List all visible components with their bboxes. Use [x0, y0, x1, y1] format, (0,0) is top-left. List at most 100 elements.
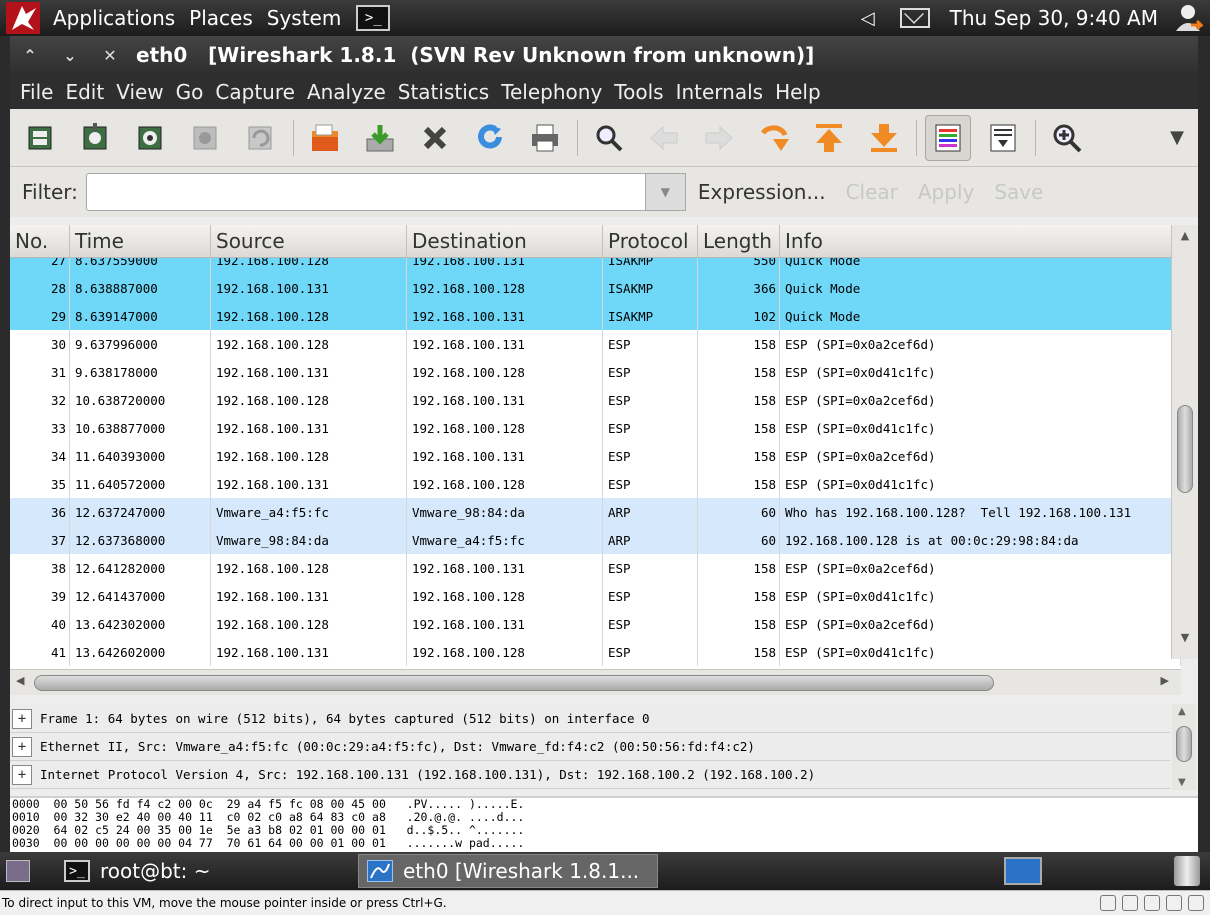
- taskbar-wireshark[interactable]: eth0 [Wireshark 1.8.1...: [358, 854, 658, 888]
- terminal-launcher-icon[interactable]: >_: [356, 5, 391, 31]
- first-packet-button[interactable]: [806, 115, 852, 161]
- detail-row-frame[interactable]: + Frame 1: 64 bytes on wire (512 bits), …: [10, 705, 1170, 733]
- packet-row[interactable]: 28 8.638887000 192.168.100.131 192.168.100.…: [10, 274, 1181, 302]
- column-protocol[interactable]: Protocol: [603, 225, 698, 257]
- menu-applications[interactable]: Applications: [46, 6, 182, 30]
- expression-button[interactable]: Expression...: [698, 180, 826, 204]
- interfaces-button[interactable]: [18, 115, 64, 161]
- column-time[interactable]: Time: [70, 225, 211, 257]
- packet-row[interactable]: 30 9.637996000 192.168.100.128 192.168.100.…: [10, 330, 1181, 358]
- detail-row-ipv4[interactable]: + Internet Protocol Version 4, Src: 192.…: [10, 761, 1170, 789]
- menu-help[interactable]: Help: [769, 80, 827, 104]
- window-minimize-icon[interactable]: ⌄: [50, 46, 90, 65]
- toolbar-overflow-icon[interactable]: ▼: [1170, 127, 1184, 148]
- vm-usb-icon[interactable]: [1166, 895, 1182, 911]
- last-packet-button[interactable]: [861, 115, 907, 161]
- volume-icon[interactable]: ◁: [854, 8, 882, 29]
- start-capture-button[interactable]: [128, 115, 174, 161]
- filter-dropdown-icon[interactable]: ▼: [645, 173, 686, 211]
- packet-row[interactable]: 34 11.640393000 192.168.100.128 192.168.100…: [10, 442, 1181, 470]
- column-length[interactable]: Length: [698, 225, 780, 257]
- menu-telephony[interactable]: Telephony: [495, 80, 608, 104]
- clock[interactable]: Thu Sep 30, 9:40 AM: [942, 6, 1166, 30]
- user-icon[interactable]: [1166, 0, 1210, 36]
- zoom-in-button[interactable]: [1044, 115, 1090, 161]
- packet-row[interactable]: 29 8.639147000 192.168.100.128 192.168.100.…: [10, 302, 1181, 330]
- hscroll-thumb[interactable]: [34, 675, 994, 691]
- vm-hdd-icon[interactable]: [1100, 895, 1116, 911]
- menu-places[interactable]: Places: [182, 6, 260, 30]
- menu-tools[interactable]: Tools: [608, 80, 669, 104]
- clear-button[interactable]: Clear: [846, 180, 898, 204]
- show-desktop-icon[interactable]: [6, 860, 30, 882]
- menu-system[interactable]: System: [260, 6, 349, 30]
- menu-capture[interactable]: Capture: [209, 80, 301, 104]
- menu-file[interactable]: File: [14, 80, 59, 104]
- stop-capture-button[interactable]: [183, 115, 229, 161]
- packet-row[interactable]: 31 9.638178000 192.168.100.131 192.168.100.…: [10, 358, 1181, 386]
- scroll-right-icon[interactable]: ▶: [1161, 674, 1169, 687]
- capture-options-button[interactable]: [73, 115, 119, 161]
- restart-capture-button[interactable]: [238, 115, 284, 161]
- colorize-button[interactable]: [925, 114, 971, 161]
- mail-icon[interactable]: [899, 8, 930, 28]
- scroll-up-icon[interactable]: ▲: [1172, 229, 1198, 253]
- menu-analyze[interactable]: Analyze: [301, 80, 392, 104]
- vm-display-icon[interactable]: [1188, 895, 1204, 911]
- packet-row[interactable]: 35 11.640572000 192.168.100.131 192.168.100…: [10, 470, 1181, 498]
- apply-button[interactable]: Apply: [918, 180, 974, 204]
- go-back-button[interactable]: [641, 115, 687, 161]
- expand-icon[interactable]: +: [12, 708, 32, 729]
- window-titlebar[interactable]: ⌃ ⌄ ✕ eth0 [Wireshark 1.8.1 (SVN Rev Unk…: [10, 36, 1198, 74]
- packet-list-hscrollbar[interactable]: ◀ ▶: [10, 669, 1181, 695]
- menu-go[interactable]: Go: [170, 80, 210, 104]
- taskbar-terminal[interactable]: >_ root@bt: ~: [56, 854, 219, 888]
- scroll-down-icon[interactable]: ▼: [1172, 631, 1198, 655]
- go-forward-button[interactable]: [696, 115, 742, 161]
- scroll-up-icon[interactable]: ▲: [1178, 706, 1186, 717]
- open-file-button[interactable]: [302, 115, 348, 161]
- save-file-button[interactable]: [357, 115, 403, 161]
- find-packet-button[interactable]: [586, 115, 632, 161]
- menu-statistics[interactable]: Statistics: [392, 80, 495, 104]
- hex-line[interactable]: 0030 00 00 00 00 00 00 04 77 70 61 64 00…: [10, 837, 1198, 850]
- wireshark-tray-icon[interactable]: [1004, 857, 1042, 885]
- scroll-down-icon[interactable]: ▼: [1178, 777, 1186, 788]
- print-button[interactable]: [522, 115, 568, 161]
- packet-row[interactable]: 39 12.641437000 192.168.100.131 192.168.100…: [10, 582, 1181, 610]
- menu-internals[interactable]: Internals: [670, 80, 770, 104]
- packet-row[interactable]: 37 12.637368000 Vmware_98:84:da Vmware_a4:f…: [10, 526, 1181, 554]
- window-maximize-icon[interactable]: ⌃: [10, 46, 50, 65]
- packet-row[interactable]: 38 12.641282000 192.168.100.128 192.168.100…: [10, 554, 1181, 582]
- packet-list-vscrollbar[interactable]: ▲ ▼: [1171, 225, 1198, 659]
- detail-row-ethernet[interactable]: + Ethernet II, Src: Vmware_a4:f5:fc (00:…: [10, 733, 1170, 761]
- column-destination[interactable]: Destination: [407, 225, 603, 257]
- reload-button[interactable]: [467, 115, 513, 161]
- menu-edit[interactable]: Edit: [59, 80, 110, 104]
- details-vscrollbar[interactable]: ▲ ▼: [1172, 704, 1196, 790]
- scroll-left-icon[interactable]: ◀: [16, 674, 24, 687]
- close-file-button[interactable]: [412, 115, 458, 161]
- vm-cd-icon[interactable]: [1122, 895, 1138, 911]
- packet-row[interactable]: 36 12.637247000 Vmware_a4:f5:fc Vmware_98:8…: [10, 498, 1181, 526]
- packet-row[interactable]: 32 10.638720000 192.168.100.128 192.168.100…: [10, 386, 1181, 414]
- column-source[interactable]: Source: [211, 225, 407, 257]
- expand-icon[interactable]: +: [12, 736, 32, 757]
- packet-row[interactable]: 33 10.638877000 192.168.100.131 192.168.100…: [10, 414, 1181, 442]
- trash-icon[interactable]: [1174, 856, 1200, 886]
- packet-row[interactable]: 41 13.642602000 192.168.100.131 192.168.100…: [10, 638, 1181, 666]
- scroll-thumb[interactable]: [1176, 726, 1192, 762]
- scroll-thumb[interactable]: [1177, 405, 1193, 493]
- column-info[interactable]: Info: [780, 225, 1181, 257]
- auto-scroll-button[interactable]: [980, 115, 1026, 161]
- vm-network-icon[interactable]: [1144, 895, 1160, 911]
- save-filter-button[interactable]: Save: [994, 180, 1043, 204]
- window-close-icon[interactable]: ✕: [90, 46, 130, 65]
- backtrack-dragon-icon[interactable]: [0, 0, 46, 36]
- packet-row[interactable]: 40 13.642302000 192.168.100.128 192.168.100…: [10, 610, 1181, 638]
- filter-input[interactable]: [85, 173, 646, 211]
- expand-icon[interactable]: +: [12, 764, 32, 785]
- go-to-packet-button[interactable]: [751, 115, 797, 161]
- column-no[interactable]: No.: [10, 225, 70, 257]
- menu-view[interactable]: View: [110, 80, 169, 104]
